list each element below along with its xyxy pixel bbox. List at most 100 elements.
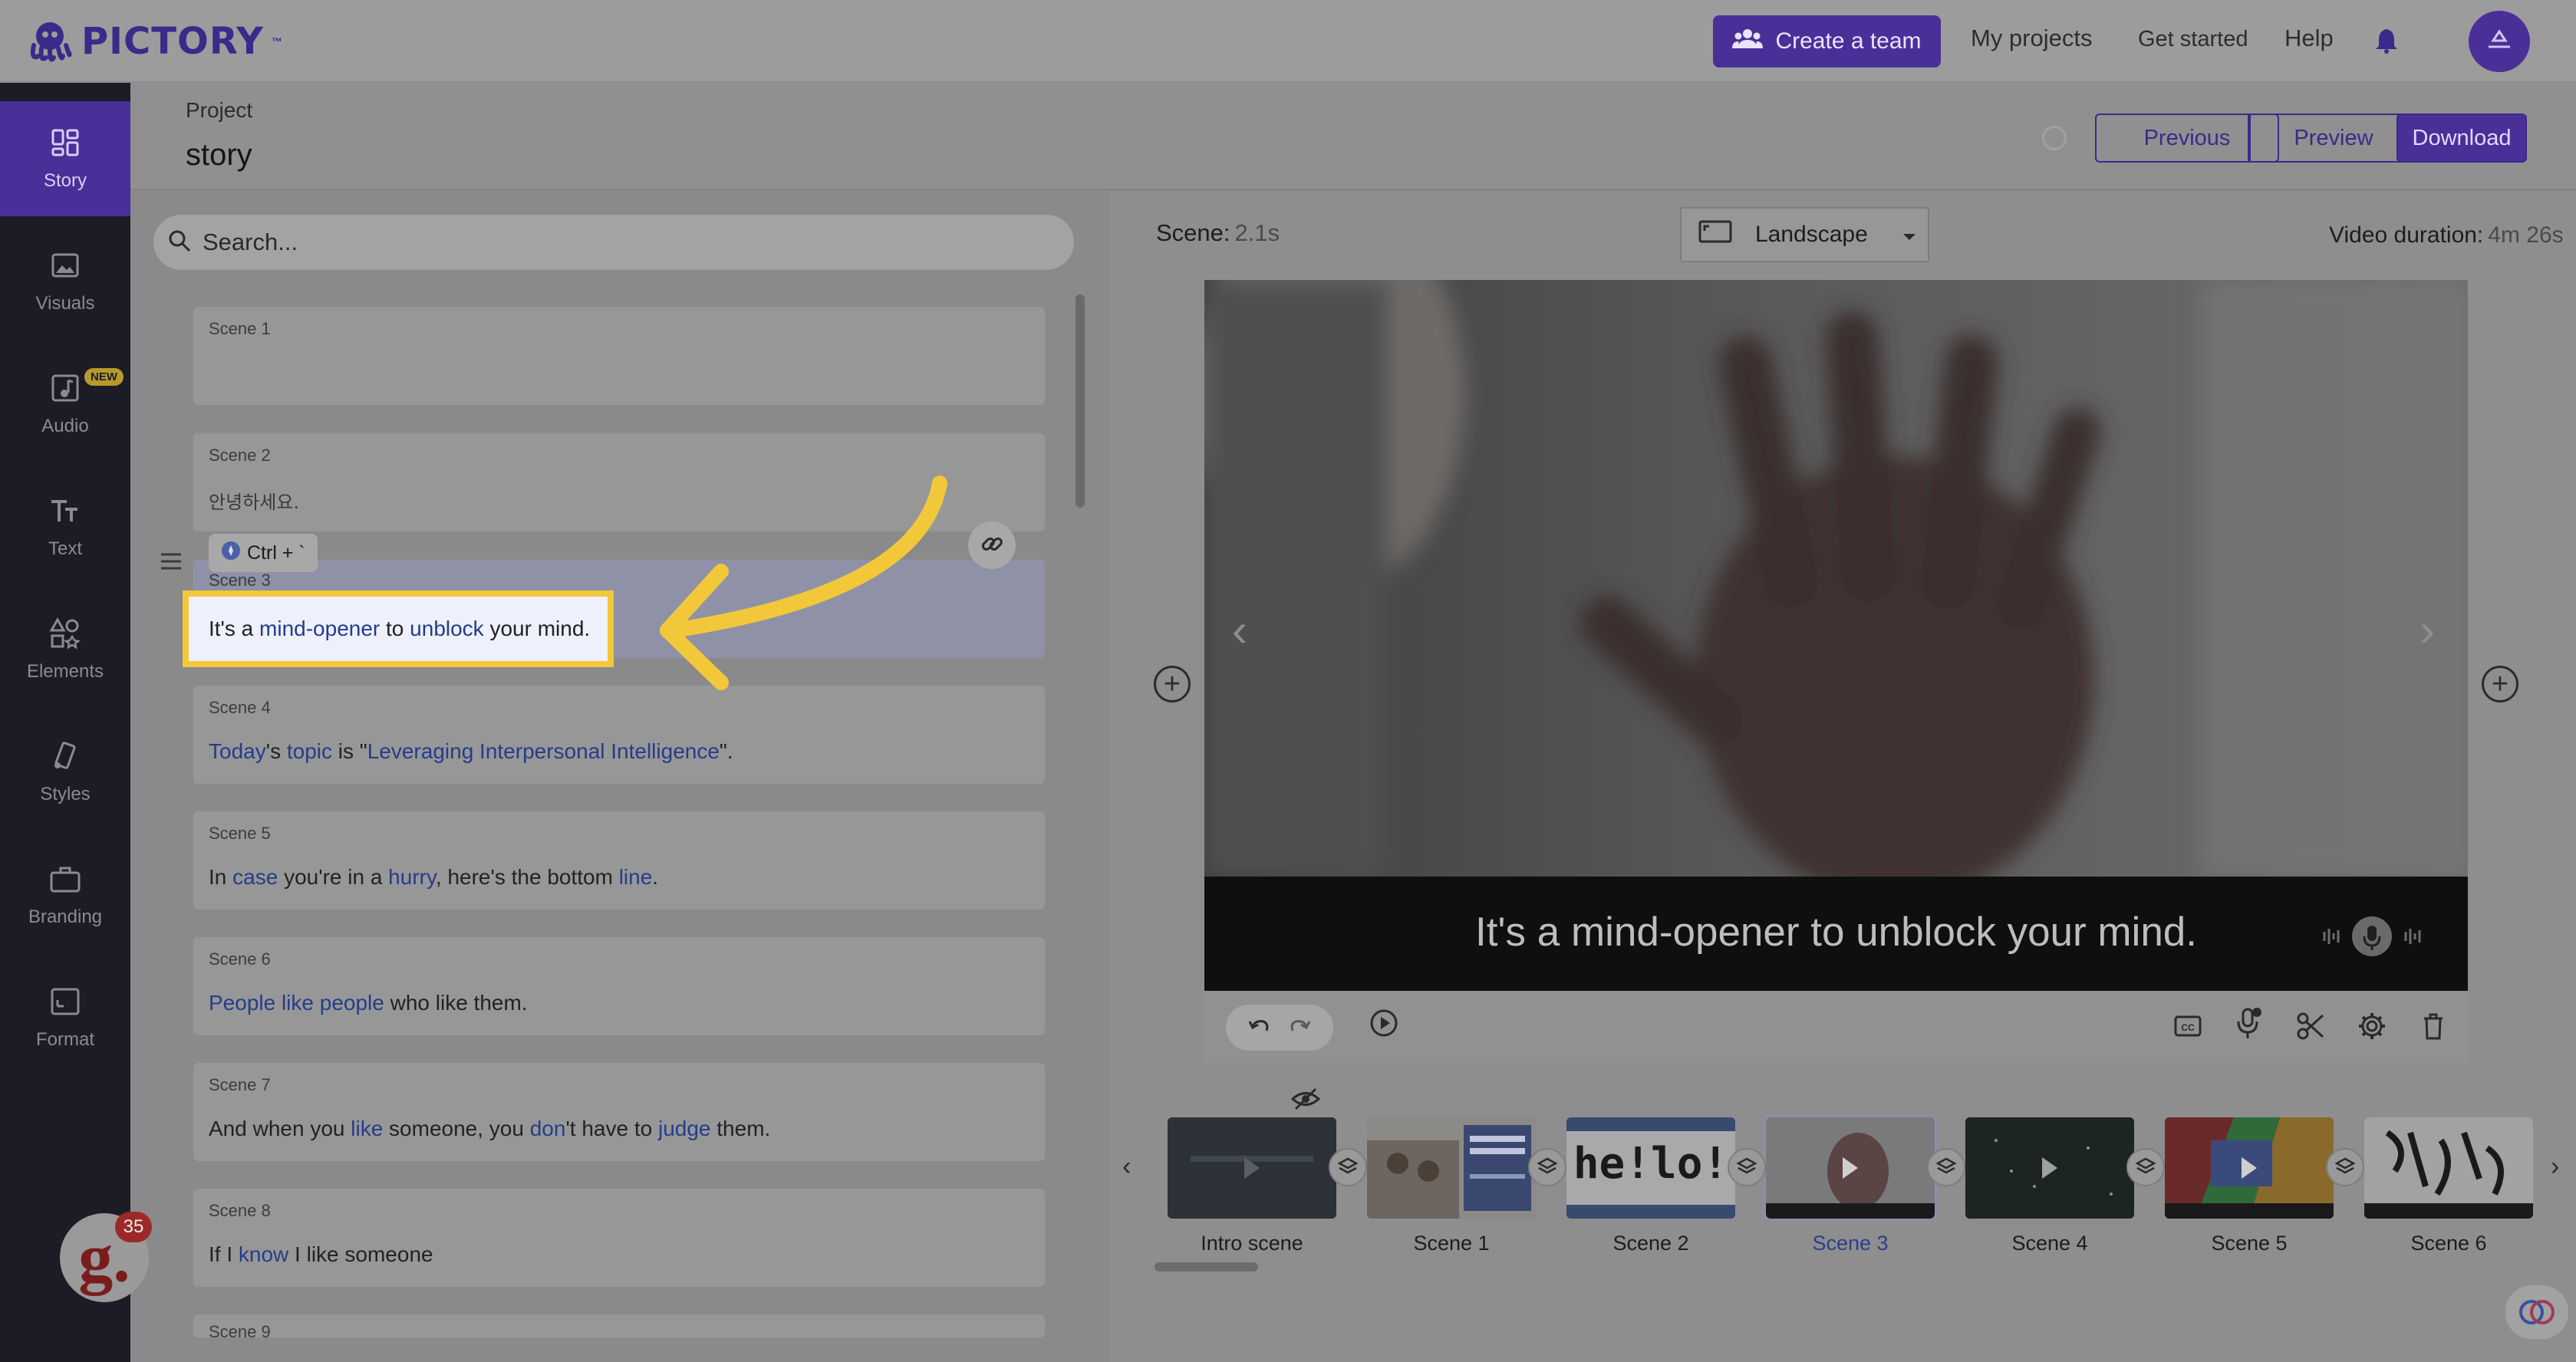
- highlighted-scene-3-text[interactable]: It's a mind-opener to unblock your mind.: [183, 591, 614, 667]
- sidebar-item-styles[interactable]: Styles: [0, 715, 130, 830]
- caption-text[interactable]: It's a mind-opener to unblock your mind.: [1204, 909, 2468, 956]
- drag-handle-icon[interactable]: [160, 552, 183, 574]
- my-projects-link[interactable]: My projects: [1971, 25, 2092, 52]
- sidebar-item-label: Styles: [40, 784, 91, 804]
- create-team-button[interactable]: Create a team: [1713, 15, 1941, 67]
- search-icon: [167, 229, 192, 257]
- timeline-prev-icon[interactable]: ‹: [1122, 1152, 1131, 1182]
- link-scene-button[interactable]: [968, 521, 1016, 569]
- scissors-icon[interactable]: [2295, 1011, 2326, 1045]
- sidebar-item-audio[interactable]: Audio NEW: [0, 347, 130, 462]
- timeline-thumb-scene-3[interactable]: [1764, 1115, 1937, 1221]
- captions-icon[interactable]: CC: [2172, 1011, 2203, 1045]
- sidebar-item-text[interactable]: Text: [0, 469, 130, 584]
- transition-layer-icon[interactable]: [1728, 1148, 1766, 1186]
- brain-assistant-icon[interactable]: [2505, 1285, 2568, 1339]
- scene-text: People like people who like them.: [209, 991, 528, 1015]
- play-icon[interactable]: [1369, 1008, 1399, 1042]
- transition-layer-icon[interactable]: [1927, 1148, 1965, 1186]
- annotation-arrow-icon: [660, 475, 947, 690]
- scene-text: It's a mind-opener to unblock your mind.: [209, 617, 591, 640]
- styles-icon: [54, 742, 76, 769]
- sidebar-item-elements[interactable]: Elements: [0, 592, 130, 707]
- bell-icon[interactable]: [2375, 28, 2398, 58]
- project-name[interactable]: story: [186, 138, 252, 173]
- voiceover-icon[interactable]: [2234, 1006, 2265, 1044]
- video-preview[interactable]: ‹ ›: [1204, 280, 2468, 877]
- top-bar: PICTORY ™ Create a team My projects Get …: [0, 0, 2576, 83]
- story-scrollbar[interactable]: [1076, 294, 1085, 508]
- timeline-thumb-scene-5[interactable]: [2165, 1117, 2334, 1219]
- loading-spinner: [2042, 126, 2067, 150]
- timeline-thumb-scene-2[interactable]: he!lo!: [1566, 1117, 1735, 1219]
- timeline-thumb-scene-4[interactable]: [1965, 1117, 2134, 1219]
- sidebar-item-branding[interactable]: Branding: [0, 837, 130, 952]
- transition-layer-icon[interactable]: [2326, 1148, 2364, 1186]
- search-input[interactable]: [203, 229, 893, 256]
- get-started-link[interactable]: Get started: [2138, 27, 2248, 52]
- scene-text: And when you like someone, you don't hav…: [209, 1117, 771, 1140]
- scene-card-6[interactable]: Scene 6 People like people who like them…: [193, 937, 1045, 1035]
- undo-redo-group: [1226, 1005, 1333, 1051]
- search-bar[interactable]: [153, 215, 1074, 270]
- player-controls: CC: [1204, 991, 2468, 1063]
- sidebar-item-story[interactable]: Story: [0, 101, 130, 216]
- scene-label: Scene 2: [209, 446, 271, 465]
- hidden-eye-icon[interactable]: [1290, 1087, 1321, 1114]
- app-name: PICTORY: [81, 20, 264, 63]
- timeline-label: Intro scene: [1201, 1232, 1303, 1255]
- grammarly-count-badge: 35: [115, 1212, 152, 1242]
- add-scene-before-icon[interactable]: +: [1154, 666, 1191, 702]
- story-icon: [51, 129, 79, 156]
- sidebar: Story Visuals Audio NEW Text Elements St…: [0, 83, 130, 1362]
- trash-icon[interactable]: [2418, 1011, 2449, 1045]
- help-link[interactable]: Help: [2284, 25, 2334, 52]
- voice-indicator[interactable]: [2318, 915, 2426, 958]
- prev-media-icon[interactable]: ‹: [1232, 604, 1247, 656]
- timeline-thumb-scene-6[interactable]: [2364, 1117, 2533, 1219]
- pictory-logo[interactable]: PICTORY ™: [26, 14, 282, 69]
- settings-icon[interactable]: [2357, 1011, 2387, 1045]
- timeline-next-icon[interactable]: ›: [2551, 1152, 2559, 1182]
- music-icon: [51, 374, 79, 402]
- image-icon: [51, 253, 79, 278]
- transition-layer-icon[interactable]: [1528, 1148, 1566, 1186]
- timeline-label: Scene 3: [1812, 1232, 1889, 1255]
- scene-card-8[interactable]: Scene 8 If I know I like someone: [193, 1189, 1045, 1287]
- user-avatar[interactable]: [2469, 11, 2530, 72]
- aspect-ratio-select[interactable]: Landscape: [1680, 207, 1929, 262]
- timeline-scrollbar[interactable]: [1155, 1262, 2528, 1272]
- sidebar-item-label: Text: [48, 538, 82, 559]
- timeline-scroll-thumb[interactable]: [1155, 1262, 1258, 1272]
- sidebar-item-format[interactable]: Format: [0, 960, 130, 1075]
- trademark: ™: [271, 35, 282, 48]
- scene-card-9[interactable]: Scene 9: [193, 1314, 1045, 1341]
- redo-icon[interactable]: [1288, 1017, 1311, 1039]
- scene-text: 안녕하세요.: [209, 492, 300, 513]
- timeline-thumb-scene-1[interactable]: [1367, 1117, 1536, 1219]
- ai-icon: [221, 541, 241, 566]
- transition-layer-icon[interactable]: [2126, 1148, 2165, 1186]
- next-media-icon[interactable]: ›: [2420, 604, 2435, 656]
- preview-button[interactable]: Preview: [2248, 114, 2420, 163]
- undo-icon[interactable]: [1248, 1017, 1271, 1039]
- scene-card-5[interactable]: Scene 5 In case you're in a hurry, here'…: [193, 811, 1045, 910]
- scene-card-4[interactable]: Scene 4 Today's topic is "Leveraging Int…: [193, 686, 1045, 784]
- video-duration: Video duration: 4m 26s: [2329, 222, 2564, 248]
- add-scene-after-icon[interactable]: +: [2482, 666, 2518, 702]
- download-button[interactable]: Download: [2396, 114, 2527, 163]
- scene-timeline: ‹ › Intro scene Scene 1 he!lo! Scene 2 S…: [1108, 1074, 2576, 1304]
- scene-text: Today's topic is "Leveraging Interperson…: [209, 739, 733, 763]
- scene-card-7[interactable]: Scene 7 And when you like someone, you d…: [193, 1063, 1045, 1161]
- scene-card-1[interactable]: Scene 1: [193, 307, 1045, 405]
- sidebar-item-label: Audio: [41, 416, 89, 436]
- transition-layer-icon[interactable]: [1329, 1148, 1367, 1186]
- scene-label: Scene 8: [209, 1201, 271, 1220]
- shortcut-text: Ctrl + `: [247, 541, 305, 564]
- caption-bar: It's a mind-opener to unblock your mind.: [1204, 877, 2468, 991]
- sidebar-item-label: Story: [43, 170, 87, 191]
- aspect-icon: [1698, 220, 1732, 249]
- panel-bottom-cover: [184, 1337, 1082, 1362]
- sidebar-item-visuals[interactable]: Visuals: [0, 224, 130, 339]
- timeline-thumb-intro[interactable]: [1168, 1117, 1336, 1219]
